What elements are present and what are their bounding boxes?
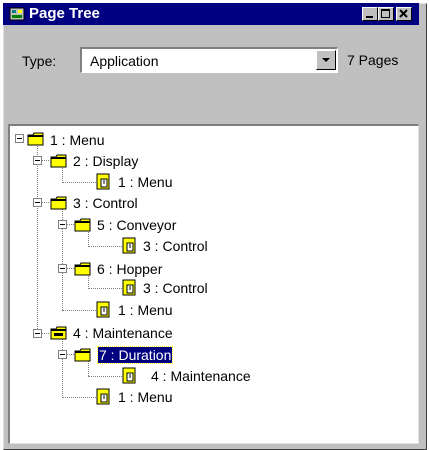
folder-icon — [74, 262, 91, 276]
chevron-down-icon — [322, 58, 330, 62]
tree-item-selected[interactable]: 7 : Duration — [96, 346, 174, 364]
page-icon — [96, 173, 110, 190]
close-button[interactable] — [396, 7, 412, 21]
tree-item[interactable]: 1 : Menu — [118, 389, 172, 405]
collapse-toggle[interactable] — [58, 220, 67, 229]
tree-connector — [62, 339, 63, 398]
collapse-toggle[interactable] — [33, 198, 42, 207]
folder-icon — [50, 196, 67, 210]
tree-connector — [88, 274, 89, 289]
folder-icon — [27, 132, 44, 146]
tree-item[interactable]: 3 : Control — [143, 238, 208, 254]
collapse-toggle[interactable] — [33, 156, 42, 165]
minimize-icon — [366, 16, 373, 18]
tree-connector — [62, 166, 63, 183]
tree-connector — [62, 310, 96, 311]
tree-item[interactable]: 3 : Control — [143, 280, 208, 296]
type-dropdown-button[interactable] — [316, 50, 336, 70]
tree-connector — [62, 182, 96, 183]
folder-icon — [50, 154, 67, 168]
tree-item[interactable]: 2 : Display — [73, 153, 138, 169]
tree-connector — [37, 144, 38, 333]
app-icon — [9, 7, 25, 21]
page-icon — [96, 388, 110, 405]
window-title: Page Tree — [29, 5, 100, 22]
tree-item[interactable]: 1 : Menu — [118, 174, 172, 190]
maximize-button[interactable] — [378, 7, 394, 21]
folder-icon — [74, 348, 91, 362]
tree-connector — [88, 288, 122, 289]
tree-item[interactable]: 4 : Maintenance — [151, 368, 251, 384]
minimize-button[interactable] — [362, 7, 378, 21]
tree-connector — [88, 246, 122, 247]
tree-connector — [88, 230, 89, 247]
type-select[interactable]: Application — [80, 47, 338, 73]
collapse-toggle[interactable] — [15, 134, 24, 143]
tree-item[interactable]: 4 : Maintenance — [73, 325, 173, 341]
tree-connector — [88, 360, 89, 376]
page-icon — [122, 367, 136, 384]
page-icon — [122, 279, 136, 296]
folder-icon — [74, 218, 91, 232]
maintenance-folder-icon — [50, 326, 67, 340]
page-tree[interactable]: 1 : Menu 2 : Display 1 : Menu 3 : Contro… — [8, 124, 419, 444]
close-icon — [399, 9, 408, 18]
tree-item[interactable]: 1 : Menu — [50, 132, 104, 148]
type-label: Type: — [22, 53, 57, 69]
collapse-toggle[interactable] — [33, 329, 42, 338]
tree-item[interactable]: 6 : Hopper — [97, 261, 162, 277]
collapse-toggle[interactable] — [58, 264, 67, 273]
tree-item[interactable]: 1 : Menu — [118, 302, 172, 318]
title-bar[interactable]: Page Tree — [3, 3, 419, 25]
tree-item[interactable]: 5 : Conveyor — [97, 217, 176, 233]
maximize-icon — [381, 9, 390, 18]
tree-item[interactable]: 3 : Control — [73, 195, 138, 211]
page-count: 7 Pages — [347, 52, 399, 68]
type-select-value: Application — [90, 53, 159, 69]
page-icon — [96, 301, 110, 318]
page-icon — [122, 237, 136, 254]
tree-connector — [62, 397, 96, 398]
tree-connector — [88, 376, 122, 377]
collapse-toggle[interactable] — [58, 350, 67, 359]
